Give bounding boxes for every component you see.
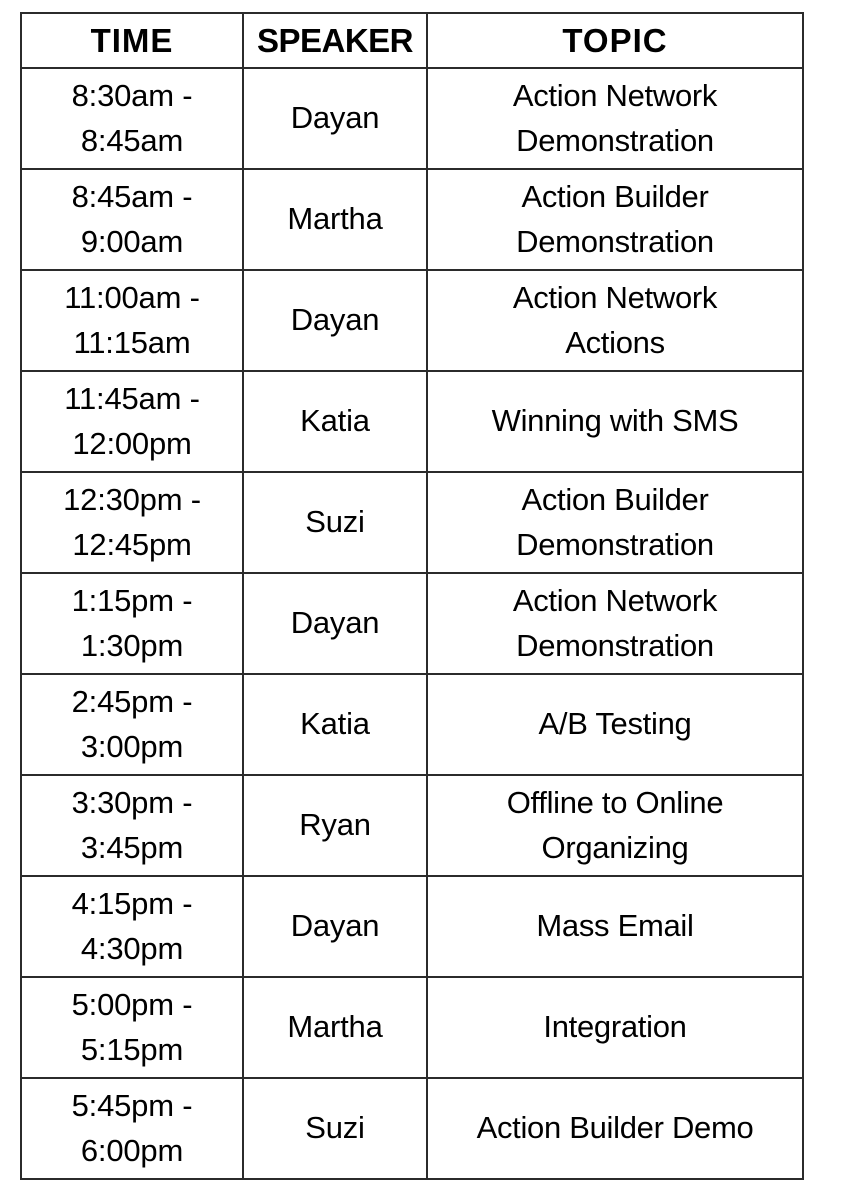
- cell-speaker: Dayan: [242, 572, 428, 675]
- time-start: 8:45am -: [71, 178, 193, 214]
- topic-line-2: Organizing: [541, 829, 689, 865]
- time-start: 5:45pm -: [71, 1087, 193, 1123]
- cell-topic: Offline to Online Organizing: [426, 774, 804, 877]
- cell-time: 4:15pm - 4:30pm: [20, 875, 244, 978]
- topic-line-1: Action Builder Demo: [476, 1110, 754, 1146]
- topic-line-1: Action Builder: [521, 178, 709, 214]
- cell-topic: Action Builder Demonstration: [426, 168, 804, 271]
- cell-topic: Action Builder Demo: [426, 1077, 804, 1180]
- topic-line-1: Mass Email: [536, 908, 694, 944]
- time-start: 5:00pm -: [71, 986, 193, 1022]
- table-row: 8:30am - 8:45am Dayan Action Network Demonst…: [20, 67, 804, 170]
- column-header-speaker: SPEAKER: [242, 12, 428, 69]
- header-row: TIME SPEAKER TOPIC: [20, 12, 804, 69]
- cell-time: 5:45pm - 6:00pm: [20, 1077, 244, 1180]
- time-end: 4:30pm: [80, 930, 184, 966]
- time-start: 11:00am -: [64, 279, 200, 315]
- time-end: 11:15am: [73, 324, 191, 360]
- table-row: 8:45am - 9:00am Martha Action Builder Demons…: [20, 168, 804, 271]
- column-header-time: TIME: [20, 12, 244, 69]
- table-body: 8:30am - 8:45am Dayan Action Network Demonst…: [20, 67, 804, 1180]
- topic-line-1: Action Builder: [521, 481, 709, 517]
- cell-topic: Integration: [426, 976, 804, 1079]
- schedule-table: TIME SPEAKER TOPIC 8:30am -8:45am Dayan Ac…: [20, 12, 804, 1180]
- cell-time: 3:30pm - 3:45pm: [20, 774, 244, 877]
- cell-time: 8:45am - 9:00am: [20, 168, 244, 271]
- cell-time: 12:30pm - 12:45pm: [20, 471, 244, 574]
- time-start: 8:30am -: [71, 77, 193, 113]
- cell-speaker: Suzi: [242, 471, 428, 574]
- topic-line-2: Actions: [565, 324, 665, 360]
- topic-line-2: Demonstration: [516, 526, 714, 562]
- time-end: 3:45pm: [80, 829, 184, 865]
- time-end: 5:15pm: [80, 1031, 184, 1067]
- cell-speaker: Dayan: [242, 269, 428, 372]
- time-start: 1:15pm -: [71, 582, 193, 618]
- table-row: 5:00pm - 5:15pm Martha Integration: [20, 976, 804, 1079]
- cell-time: 1:15pm - 1:30pm: [20, 572, 244, 675]
- cell-time: 8:30am - 8:45am: [20, 67, 244, 170]
- cell-speaker: Martha: [242, 168, 428, 271]
- time-end: 12:45pm: [72, 526, 192, 562]
- cell-speaker: Katia: [242, 673, 428, 776]
- cell-topic: Action Builder Demonstration: [426, 471, 804, 574]
- table-row: 11:00am -11:15am Dayan Action Network Actio…: [20, 269, 804, 372]
- topic-line-1: Action Network: [512, 582, 718, 618]
- topic-line-1: Integration: [543, 1009, 687, 1045]
- cell-speaker: Ryan: [242, 774, 428, 877]
- cell-speaker: Dayan: [242, 67, 428, 170]
- time-start: 3:30pm -: [71, 784, 193, 820]
- table-row: 3:30pm - 3:45pm Ryan Offline to Online Organ…: [20, 774, 804, 877]
- cell-topic: A/B Testing: [426, 673, 804, 776]
- time-start: 12:30pm -: [63, 481, 201, 517]
- topic-line-1: Winning with SMS: [491, 403, 739, 439]
- table-header: TIME SPEAKER TOPIC: [20, 12, 804, 69]
- cell-topic: Action Network Demonstration: [426, 572, 804, 675]
- topic-line-1: Action Network: [512, 77, 718, 113]
- time-end: 12:00pm: [72, 425, 192, 461]
- table-row: 11:45am - 12:00pm Katia Winning with SMS: [20, 370, 804, 473]
- time-end: 3:00pm: [80, 728, 184, 764]
- cell-time: 11:45am - 12:00pm: [20, 370, 244, 473]
- schedule-table-container: TIME SPEAKER TOPIC 8:30am -8:45am Dayan Ac…: [20, 12, 804, 1180]
- table-row: 5:45pm - 6:00pm Suzi Action Builder Demo: [20, 1077, 804, 1180]
- time-end: 9:00am: [80, 223, 184, 259]
- cell-speaker: Katia: [242, 370, 428, 473]
- cell-topic: Winning with SMS: [426, 370, 804, 473]
- cell-time: 5:00pm - 5:15pm: [20, 976, 244, 1079]
- column-header-topic: TOPIC: [426, 12, 804, 69]
- table-row: 12:30pm - 12:45pm Suzi Action Builder Demons…: [20, 471, 804, 574]
- cell-speaker: Dayan: [242, 875, 428, 978]
- cell-time: 2:45pm - 3:00pm: [20, 673, 244, 776]
- time-end: 6:00pm: [80, 1132, 184, 1168]
- time-start: 11:45am -: [64, 380, 200, 416]
- topic-line-2: Demonstration: [516, 223, 714, 259]
- cell-time: 11:00am - 11:15am: [20, 269, 244, 372]
- topic-line-2: Demonstration: [516, 122, 714, 158]
- time-end: 1:30pm: [80, 627, 184, 663]
- table-row: 1:15pm - 1:30pm Dayan Action Network Demonst…: [20, 572, 804, 675]
- cell-topic: Action Network Actions: [426, 269, 804, 372]
- table-row: 2:45pm - 3:00pm Katia A/B Testing: [20, 673, 804, 776]
- time-start: 2:45pm -: [71, 683, 193, 719]
- topic-line-1: Action Network: [512, 279, 718, 315]
- cell-topic: Mass Email: [426, 875, 804, 978]
- cell-topic: Action Network Demonstration: [426, 67, 804, 170]
- time-start: 4:15pm -: [71, 885, 193, 921]
- topic-line-1: Offline to Online: [506, 784, 724, 820]
- topic-line-2: Demonstration: [516, 627, 714, 663]
- time-end: 8:45am: [80, 122, 184, 158]
- topic-line-1: A/B Testing: [538, 706, 692, 742]
- table-row: 4:15pm - 4:30pm Dayan Mass Email: [20, 875, 804, 978]
- cell-speaker: Suzi: [242, 1077, 428, 1180]
- cell-speaker: Martha: [242, 976, 428, 1079]
